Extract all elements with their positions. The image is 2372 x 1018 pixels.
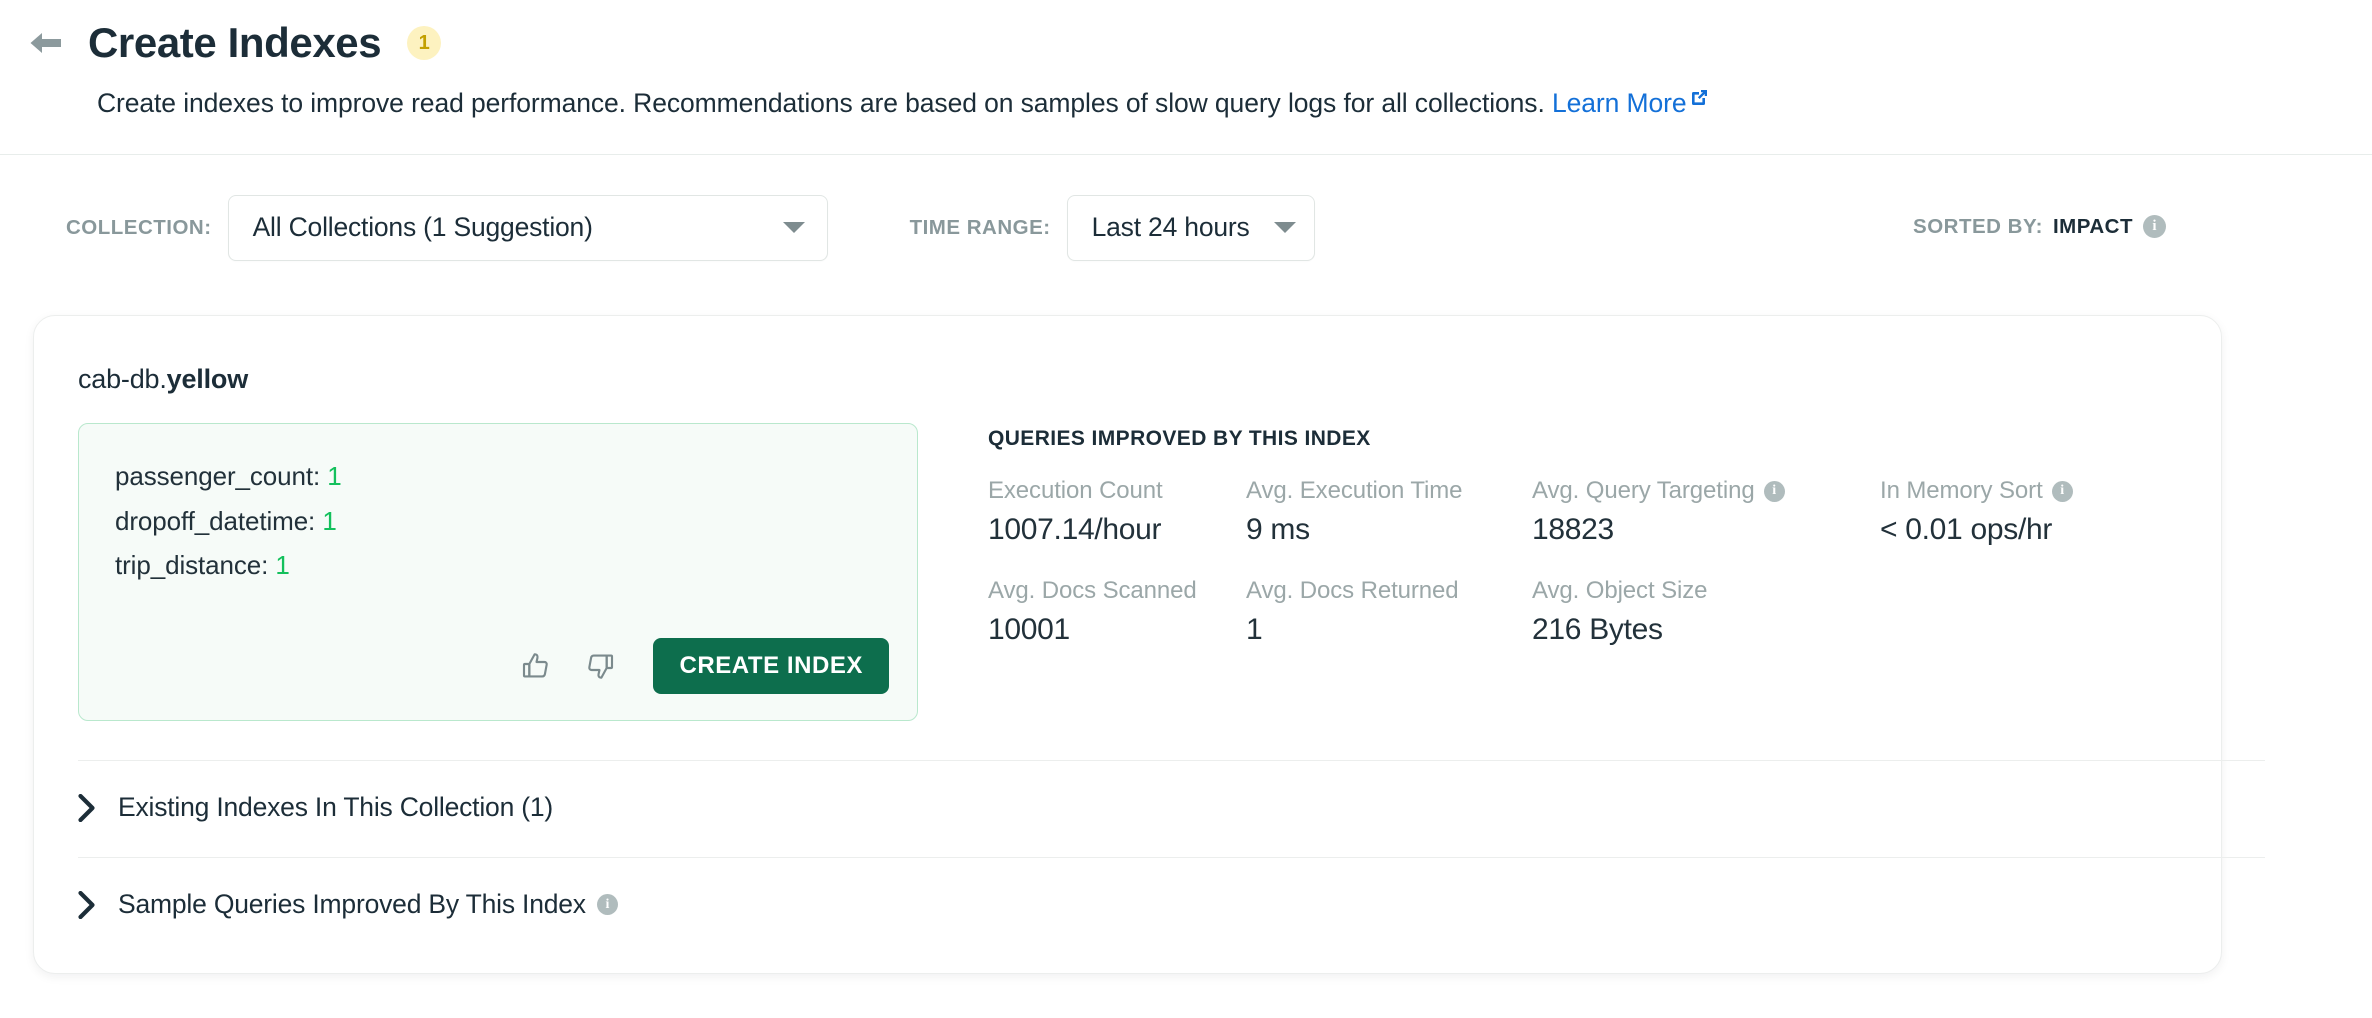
metric-avg-execution-time: Avg. Execution Time 9 ms — [1246, 477, 1532, 547]
page-description: Create indexes to improve read performan… — [0, 86, 2372, 122]
card-body: passenger_count: 1 dropoff_datetime: 1 t… — [34, 395, 2221, 721]
time-range-filter-group: TIME RANGE: Last 24 hours — [910, 195, 1315, 261]
create-indexes-page: Create Indexes 1 Create indexes to impro… — [0, 0, 2372, 1018]
collection-filter-label: COLLECTION: — [66, 216, 212, 240]
metric-label-text: Avg. Docs Returned — [1246, 577, 1459, 605]
info-icon[interactable]: i — [2143, 215, 2166, 238]
metric-label-text: Execution Count — [988, 477, 1163, 505]
header-title-row: Create Indexes 1 — [0, 20, 2372, 66]
accordion-sample-queries[interactable]: Sample Queries Improved By This Index i — [34, 858, 2221, 951]
learn-more-label: Learn More — [1552, 88, 1687, 118]
page-title: Create Indexes — [88, 20, 381, 66]
namespace-collection: yellow — [167, 364, 248, 394]
metric-label-text: Avg. Docs Scanned — [988, 577, 1197, 605]
suggestion-actions: CREATE INDEX — [517, 638, 889, 694]
time-range-select-value: Last 24 hours — [1092, 212, 1250, 243]
info-icon[interactable]: i — [1764, 481, 1785, 502]
metric-label: In Memory Sort i — [1880, 477, 2221, 505]
accordion-label: Sample Queries Improved By This Index i — [118, 889, 618, 920]
chevron-right-icon — [78, 794, 96, 822]
metric-execution-count: Execution Count 1007.14/hour — [988, 477, 1246, 547]
index-field-name: trip_distance: — [115, 550, 268, 580]
metric-label: Avg. Docs Scanned — [988, 577, 1246, 605]
namespace-db: cab-db. — [78, 364, 167, 394]
metric-value: 1 — [1246, 613, 1532, 647]
accordion-label: Existing Indexes In This Collection (1) — [118, 792, 553, 823]
metric-value: 1007.14/hour — [988, 513, 1246, 547]
metric-value: 9 ms — [1246, 513, 1532, 547]
accordion-label-text: Existing Indexes In This Collection (1) — [118, 792, 553, 823]
index-field-value: 1 — [322, 506, 336, 536]
index-field-2: trip_distance: 1 — [115, 543, 917, 588]
metric-label-text: Avg. Query Targeting — [1532, 477, 1755, 505]
chevron-down-icon — [783, 222, 805, 233]
page-description-text: Create indexes to improve read performan… — [97, 88, 1545, 118]
accordion-existing-indexes[interactable]: Existing Indexes In This Collection (1) — [34, 761, 2221, 854]
metric-value: 18823 — [1532, 513, 1880, 547]
metric-label-text: Avg. Execution Time — [1246, 477, 1462, 505]
chevron-down-icon — [1274, 222, 1296, 233]
metric-avg-docs-returned: Avg. Docs Returned 1 — [1246, 577, 1532, 647]
index-field-name: passenger_count: — [115, 461, 320, 491]
metric-value: < 0.01 ops/hr — [1880, 513, 2221, 547]
index-field-name: dropoff_datetime: — [115, 506, 315, 536]
time-range-filter-label: TIME RANGE: — [910, 216, 1051, 240]
index-field-0: passenger_count: 1 — [115, 454, 917, 499]
metric-label: Avg. Object Size — [1532, 577, 1880, 605]
external-link-icon — [1690, 81, 1709, 117]
index-field-value: 1 — [275, 550, 289, 580]
metric-in-memory-sort: In Memory Sort i < 0.01 ops/hr — [1880, 477, 2221, 547]
metric-label-text: In Memory Sort — [1880, 477, 2043, 505]
metric-label: Execution Count — [988, 477, 1246, 505]
metric-value: 216 Bytes — [1532, 613, 1880, 647]
metric-avg-query-targeting: Avg. Query Targeting i 18823 — [1532, 477, 1880, 547]
arrow-left-icon[interactable] — [26, 23, 66, 63]
index-field-value: 1 — [327, 461, 341, 491]
learn-more-link[interactable]: Learn More — [1552, 88, 1710, 118]
metric-label: Avg. Docs Returned — [1246, 577, 1532, 605]
accordion-label-text: Sample Queries Improved By This Index — [118, 889, 586, 920]
thumbs-up-icon[interactable] — [517, 647, 555, 685]
metric-label: Avg. Query Targeting i — [1532, 477, 1880, 505]
metric-avg-object-size: Avg. Object Size 216 Bytes — [1532, 577, 1880, 647]
create-index-button[interactable]: CREATE INDEX — [653, 638, 889, 694]
collection-filter-group: COLLECTION: All Collections (1 Suggestio… — [66, 195, 828, 261]
metrics-grid: Execution Count 1007.14/hour Avg. Execut… — [988, 477, 2221, 647]
sorted-by: SORTED BY: IMPACT i — [1913, 215, 2166, 239]
time-range-select[interactable]: Last 24 hours — [1067, 195, 1315, 261]
index-suggestion-box: passenger_count: 1 dropoff_datetime: 1 t… — [78, 423, 918, 721]
metric-avg-docs-scanned: Avg. Docs Scanned 10001 — [988, 577, 1246, 647]
info-icon[interactable]: i — [597, 894, 618, 915]
metric-label: Avg. Execution Time — [1246, 477, 1532, 505]
index-suggestion-card: cab-db.yellow passenger_count: 1 dropoff… — [33, 315, 2222, 974]
namespace-title: cab-db.yellow — [34, 316, 2221, 395]
filter-bar: COLLECTION: All Collections (1 Suggestio… — [0, 155, 2372, 261]
chevron-right-icon — [78, 891, 96, 919]
sorted-by-label: SORTED BY: — [1913, 215, 2043, 239]
collection-select-value: All Collections (1 Suggestion) — [253, 212, 593, 243]
page-header: Create Indexes 1 Create indexes to impro… — [0, 0, 2372, 155]
index-field-1: dropoff_datetime: 1 — [115, 499, 917, 544]
suggestion-count-badge: 1 — [407, 26, 441, 60]
thumbs-down-icon[interactable] — [581, 647, 619, 685]
metric-label-text: Avg. Object Size — [1532, 577, 1707, 605]
metrics-heading: QUERIES IMPROVED BY THIS INDEX — [988, 427, 2221, 451]
collection-select[interactable]: All Collections (1 Suggestion) — [228, 195, 828, 261]
metric-value: 10001 — [988, 613, 1246, 647]
metrics-panel: QUERIES IMPROVED BY THIS INDEX Execution… — [918, 423, 2221, 721]
sorted-by-value: IMPACT — [2053, 215, 2133, 239]
info-icon[interactable]: i — [2052, 481, 2073, 502]
